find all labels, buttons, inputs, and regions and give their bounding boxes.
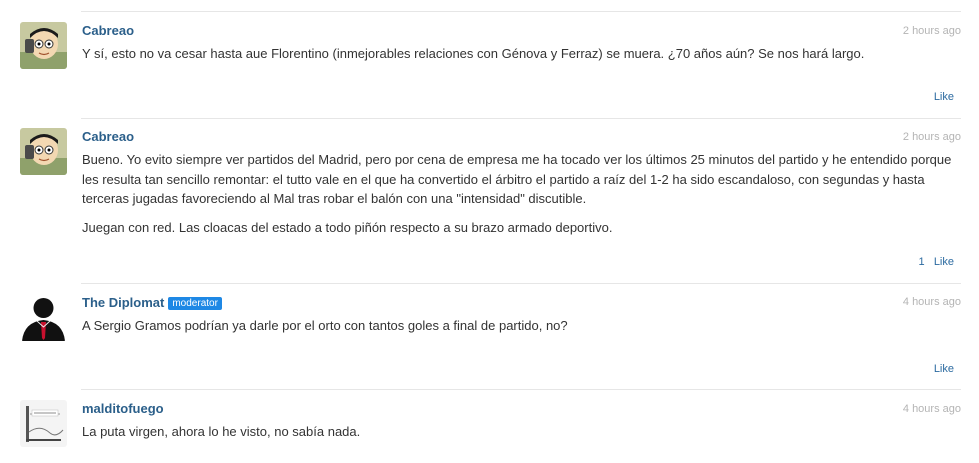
like-count: 1	[918, 256, 931, 268]
comment-timestamp[interactable]: 4 hours ago	[903, 296, 961, 308]
avatar[interactable]	[20, 294, 67, 341]
like-button[interactable]: Like	[934, 256, 954, 268]
comment-actions: 1 Like	[919, 256, 954, 268]
comment-paragraph: La puta virgen, ahora lo he visto, no sa…	[82, 424, 361, 439]
author-name[interactable]: The Diplomat	[82, 295, 164, 310]
divider	[81, 389, 961, 390]
avatar[interactable]	[20, 400, 67, 447]
avatar-silhouette-icon	[20, 294, 67, 341]
like-button[interactable]: Like	[934, 91, 954, 103]
avatar[interactable]	[20, 22, 67, 69]
comment-timestamp[interactable]: 2 hours ago	[903, 25, 961, 37]
comment-author[interactable]: The Diplomat moderator	[82, 295, 222, 311]
comment-timestamp[interactable]: 2 hours ago	[903, 131, 961, 143]
comment-paragraph: Bueno. Yo evito siempre ver partidos del…	[82, 152, 952, 206]
like-button[interactable]: Like	[934, 363, 954, 375]
comment-author[interactable]: Cabreao	[82, 23, 134, 38]
divider	[81, 118, 961, 119]
avatar-cartoon-icon	[20, 22, 67, 69]
comment-author[interactable]: malditofuego	[82, 401, 164, 416]
comment-timestamp[interactable]: 4 hours ago	[903, 403, 961, 415]
moderator-badge: moderator	[168, 297, 222, 310]
comment-actions: Like	[934, 91, 954, 103]
comment-body: A Sergio Gramos podrían ya darle por el …	[82, 316, 962, 345]
avatar[interactable]	[20, 128, 67, 175]
divider	[81, 11, 961, 12]
comment-actions: Like	[934, 363, 954, 375]
comment-body: Y sí, esto no va cesar hasta aue Florent…	[82, 44, 962, 73]
divider	[81, 283, 961, 284]
comment-paragraph: A Sergio Gramos podrían ya darle por el …	[82, 318, 568, 333]
comment-body: La puta virgen, ahora lo he visto, no sa…	[82, 422, 962, 451]
comment-author[interactable]: Cabreao	[82, 129, 134, 144]
comment-paragraph: Juegan con red. Las cloacas del estado a…	[82, 219, 613, 235]
avatar-sketch-icon	[20, 400, 67, 447]
comment-body: Bueno. Yo evito siempre ver partidos del…	[82, 150, 962, 246]
comment-paragraph: Y sí, esto no va cesar hasta aue Florent…	[82, 46, 865, 61]
avatar-cartoon-icon	[20, 128, 67, 175]
